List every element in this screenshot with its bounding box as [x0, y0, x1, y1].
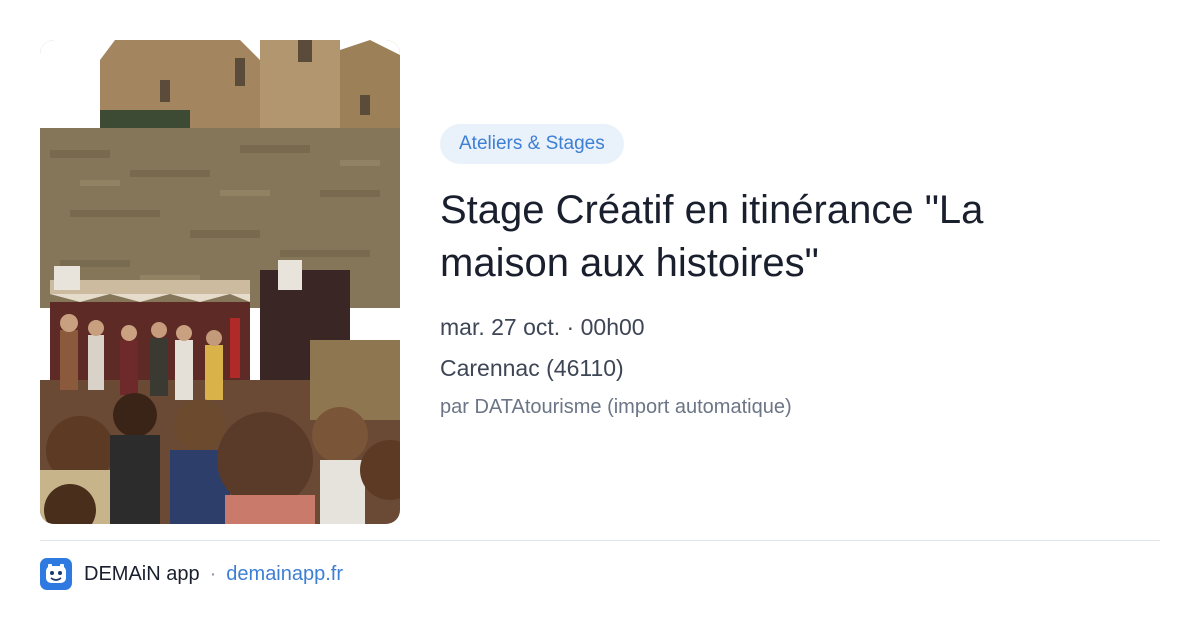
demain-app-icon[interactable]	[40, 558, 72, 590]
footer: DEMAiN app · demainapp.fr	[40, 558, 343, 590]
app-name: DEMAiN app	[84, 562, 200, 585]
event-details: Ateliers & Stages Stage Créatif en itiné…	[440, 124, 1160, 419]
event-source: par DATAtourisme (import automatique)	[440, 396, 792, 418]
event-location: Carennac (46110)	[440, 355, 624, 381]
robot-face-icon	[46, 564, 66, 583]
event-title[interactable]: Stage Créatif en itinérance "La maison a…	[440, 184, 1100, 290]
footer-divider	[40, 540, 1160, 541]
event-photo[interactable]	[40, 40, 400, 524]
event-date: mar. 27 oct. · 00h00	[440, 314, 645, 340]
domain-link[interactable]: demainapp.fr	[226, 563, 343, 586]
footer-separator: ·	[209, 562, 217, 585]
category-badge[interactable]: Ateliers & Stages	[440, 124, 624, 164]
event-photo-illustration	[40, 40, 400, 524]
